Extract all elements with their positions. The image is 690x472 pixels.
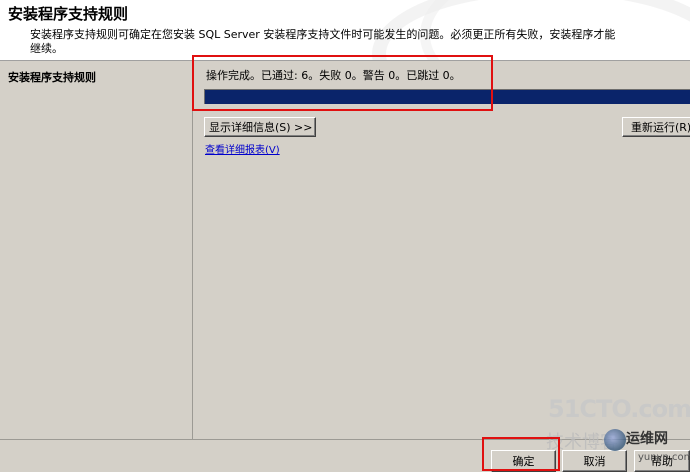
left-nav-pane: 安装程序支持规则 — [0, 61, 193, 439]
watermark-logo-icon — [604, 429, 626, 451]
status-text: 操作完成。已通过: 6。失败 0。警告 0。已跳过 0。 — [206, 69, 461, 82]
progress-fill — [205, 90, 690, 104]
show-details-button[interactable]: 显示详细信息(S) >> — [204, 117, 316, 137]
page-header: 安装程序支持规则 安装程序支持规则可确定在您安装 SQL Server 安装程序… — [0, 0, 690, 61]
watermark-brand: 运维网 — [626, 431, 668, 447]
rerun-button[interactable]: 重新运行(R) — [622, 117, 690, 137]
view-report-link[interactable]: 查看详细报表(V) — [205, 141, 280, 156]
page-title: 安装程序支持规则 — [8, 5, 129, 23]
progress-bar — [204, 89, 690, 104]
watermark-url: yunvn.com — [638, 452, 690, 463]
nav-item-setup-support-rules[interactable]: 安装程序支持规则 — [8, 69, 96, 85]
watermark-site: 51CTO.com — [548, 395, 690, 423]
page-description: 安装程序支持规则可确定在您安装 SQL Server 安装程序支持文件时可能发生… — [30, 28, 616, 55]
